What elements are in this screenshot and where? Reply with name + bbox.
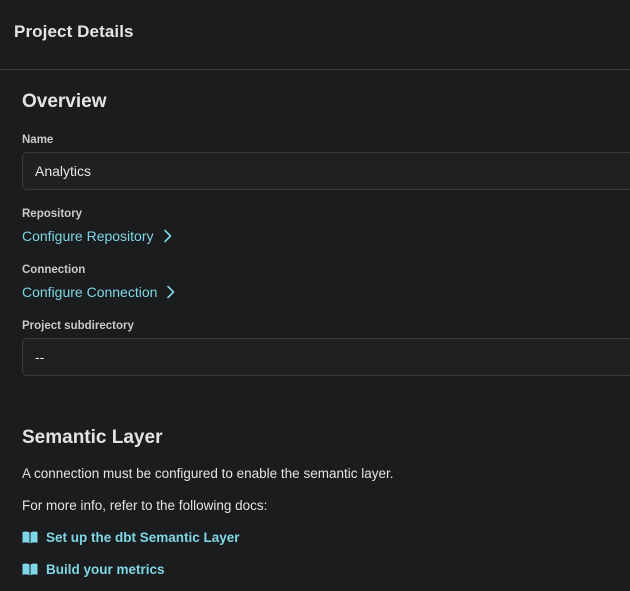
configure-repository-link[interactable]: Configure Repository (22, 228, 173, 244)
connection-label: Connection (22, 264, 86, 276)
configure-connection-label: Configure Connection (22, 284, 158, 300)
chevron-right-icon (163, 229, 171, 243)
configure-repository-label: Configure Repository (22, 228, 154, 244)
doc-link-setup-semantic-layer[interactable]: Set up the dbt Semantic Layer (22, 530, 240, 545)
name-input[interactable] (22, 152, 630, 190)
overview-heading: Overview (22, 91, 107, 112)
page-title: Project Details (14, 22, 134, 41)
repository-label: Repository (22, 208, 83, 220)
project-subdirectory-label: Project subdirectory (22, 320, 134, 332)
name-label: Name (22, 134, 54, 146)
doc-link-label: Set up the dbt Semantic Layer (46, 530, 240, 545)
doc-link-label: Build your metrics (46, 562, 165, 577)
semantic-layer-heading: Semantic Layer (22, 427, 163, 448)
project-subdirectory-input[interactable] (22, 338, 630, 376)
book-icon (22, 531, 38, 544)
book-icon (22, 563, 38, 576)
configure-connection-link[interactable]: Configure Connection (22, 284, 176, 300)
semantic-layer-message: A connection must be configured to enabl… (22, 466, 394, 481)
page-header: Project Details (0, 0, 630, 70)
project-details-page: Project Details Overview Name Repository… (0, 0, 630, 591)
doc-link-build-metrics[interactable]: Build your metrics (22, 562, 165, 577)
chevron-right-icon (167, 285, 175, 299)
docs-intro-text: For more info, refer to the following do… (22, 498, 268, 513)
